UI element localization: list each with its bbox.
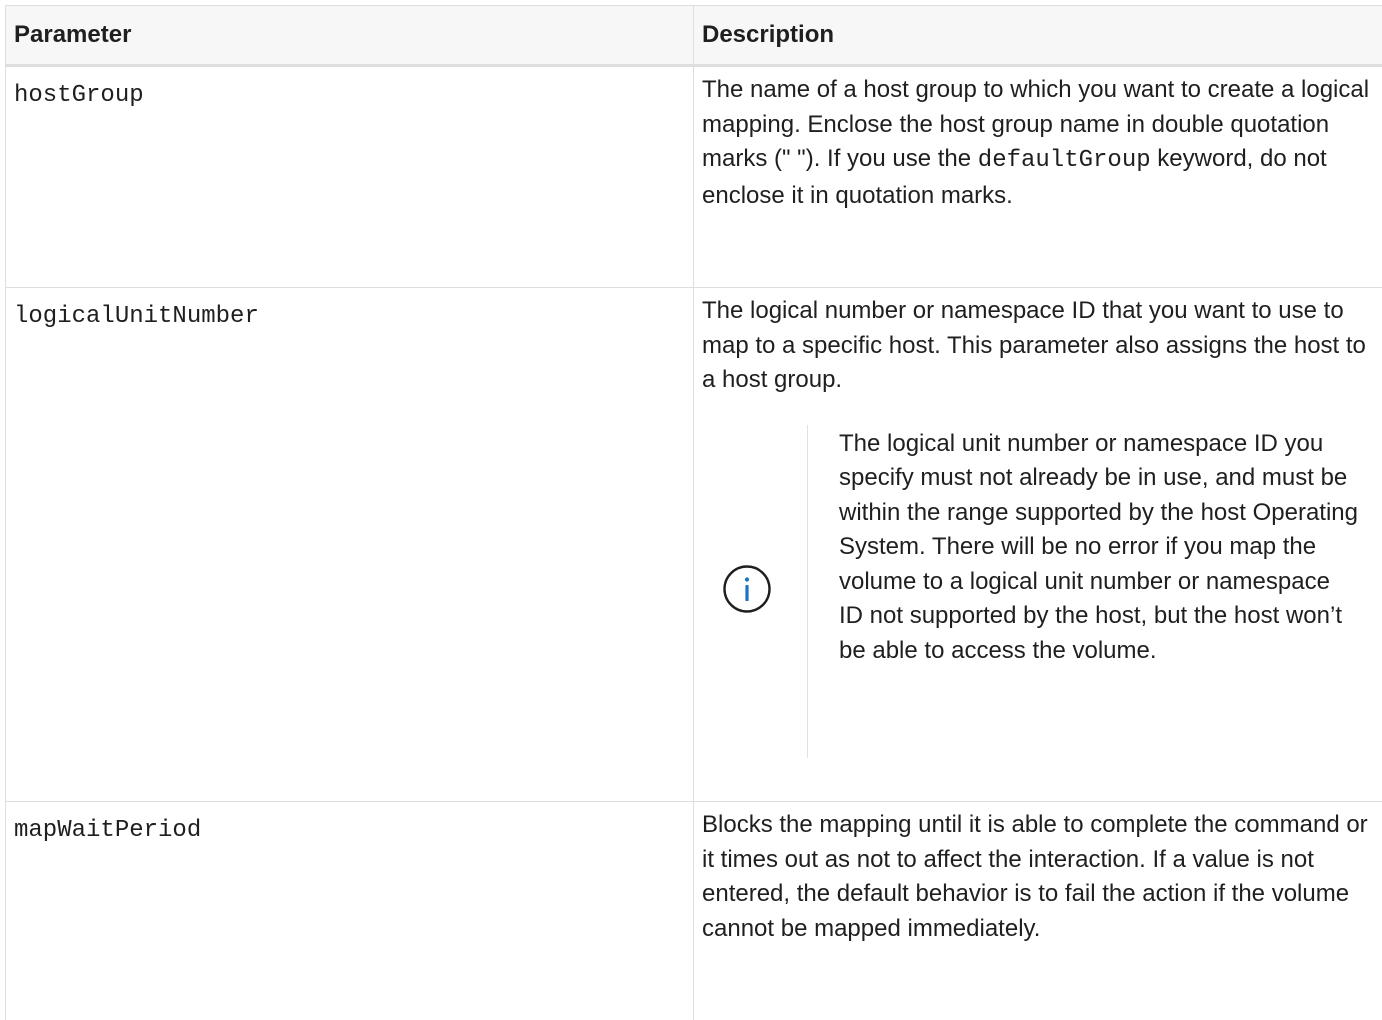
info-icon [722,564,772,614]
code-keyword: defaultGroup [978,147,1151,174]
parameter-cell: logicalUnitNumber [6,288,694,802]
parameter-cell: hostGroup [6,66,694,288]
header-parameter: Parameter [6,6,694,66]
admonition-note: The logical unit number or namespace ID … [694,425,1382,758]
table-row: logicalUnitNumber The logical number or … [6,288,1382,802]
parameter-name: logicalUnitNumber [6,288,693,332]
table-header-row: Parameter Description [6,6,1382,66]
parameter-cell: mapWaitPeriod [6,802,694,1020]
note-text: The logical unit number or namespace ID … [839,427,1359,669]
header-description: Description [694,6,1382,66]
parameter-description: The name of a host group to which you wa… [694,67,1382,213]
parameter-name: mapWaitPeriod [6,802,693,846]
description-cell: Blocks the mapping until it is able to c… [694,802,1382,1020]
parameter-description: Blocks the mapping until it is able to c… [694,802,1382,946]
parameters-table: Parameter Description hostGroup The name… [5,5,1382,1020]
description-cell: The logical number or namespace ID that … [694,288,1382,802]
parameter-name: hostGroup [6,67,693,111]
page: Parameter Description hostGroup The name… [0,0,1382,1015]
parameter-description: The logical number or namespace ID that … [694,288,1382,398]
table-row: hostGroup The name of a host group to wh… [6,66,1382,288]
table-row: mapWaitPeriod Blocks the mapping until i… [6,802,1382,1020]
note-divider [807,425,808,758]
description-cell: The name of a host group to which you wa… [694,66,1382,288]
